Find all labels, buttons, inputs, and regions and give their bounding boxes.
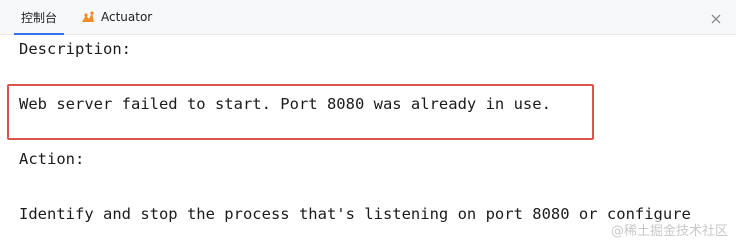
console-line-instruction: Identify and stop the process that's lis… [19,205,691,223]
actuator-icon [80,9,96,25]
close-icon[interactable] [710,10,722,24]
tab-actuator-label: Actuator [101,10,153,24]
watermark: @稀土掘金技术社区 [610,220,728,239]
console-line-description: Description: [19,40,131,58]
tab-console-label: 控制台 [20,10,57,25]
tab-console[interactable]: 控制台 [14,0,64,35]
error-highlight-box [7,84,594,140]
tool-window-tabbar: 控制台 Actuator [0,0,736,35]
tab-actuator[interactable]: Actuator [80,0,152,34]
console-line-action: Action: [19,150,85,168]
